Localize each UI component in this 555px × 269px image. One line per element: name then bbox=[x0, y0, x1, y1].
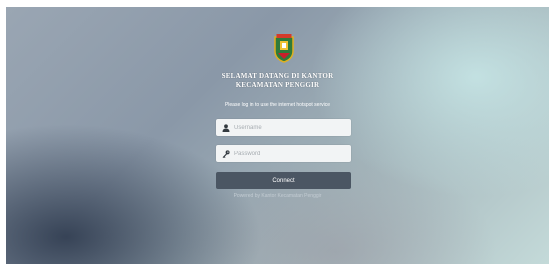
username-input[interactable] bbox=[234, 124, 344, 131]
login-page: SELAMAT DATANG DI KANTOR KECAMATAN PENGG… bbox=[6, 7, 549, 264]
user-icon bbox=[222, 123, 230, 132]
welcome-title-line1: SELAMAT DATANG DI KANTOR bbox=[221, 72, 334, 80]
powered-by-footer: Powered by Kantor Kecamatan Penggir bbox=[233, 193, 322, 199]
welcome-title: SELAMAT DATANG DI KANTOR KECAMATAN PENGG… bbox=[6, 72, 549, 90]
password-field[interactable] bbox=[216, 145, 351, 162]
regional-crest-icon bbox=[274, 34, 294, 63]
connect-button[interactable]: Connect bbox=[216, 172, 351, 189]
key-icon bbox=[222, 149, 230, 158]
welcome-title-line2: KECAMATAN PENGGIR bbox=[235, 81, 320, 89]
username-field[interactable] bbox=[216, 119, 351, 136]
password-input[interactable] bbox=[234, 150, 344, 157]
login-instruction: Please log in to use the internet hotspo… bbox=[224, 102, 331, 108]
